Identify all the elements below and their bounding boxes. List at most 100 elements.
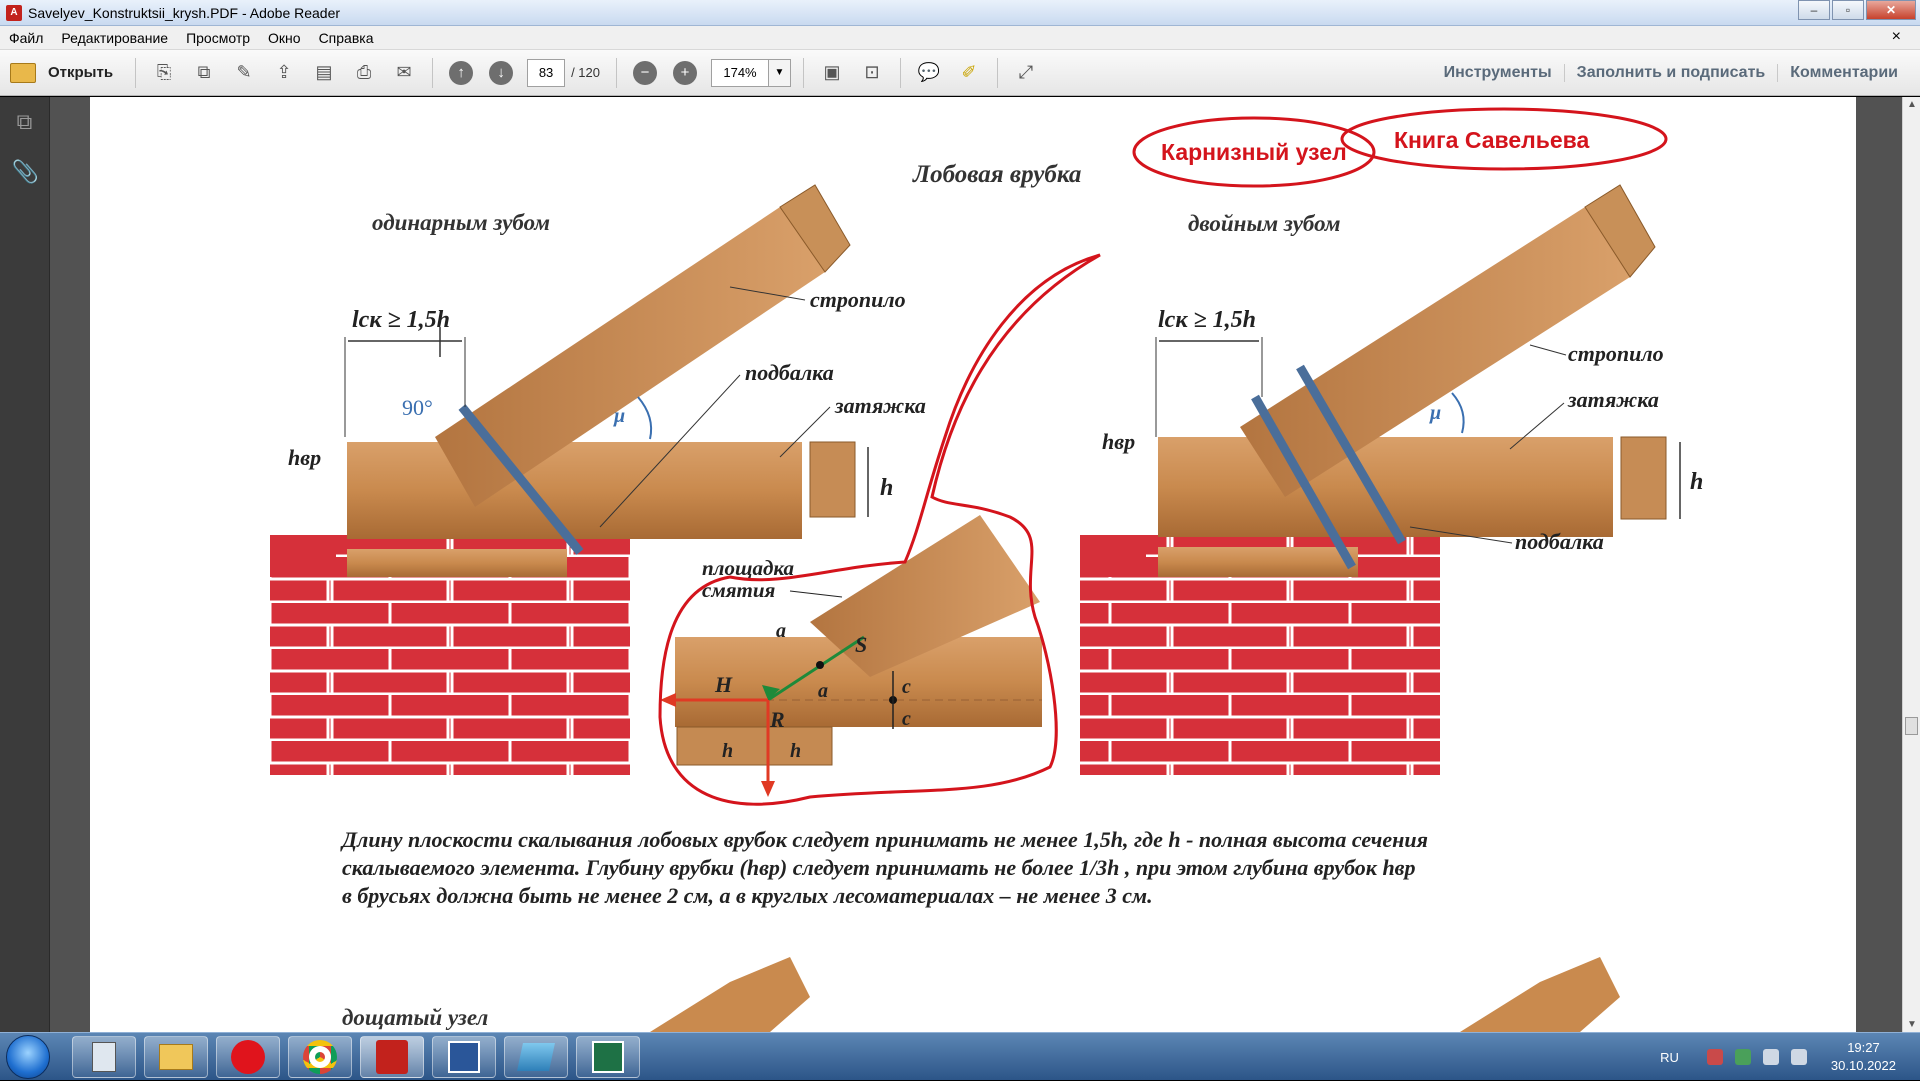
mu-label-right: μ — [1429, 402, 1441, 424]
menu-view[interactable]: Просмотр — [186, 30, 250, 46]
clock[interactable]: 19:27 30.10.2022 — [1831, 1039, 1896, 1075]
toolbar-divider — [802, 57, 804, 88]
next-page-button[interactable]: ↓ — [487, 59, 515, 87]
annotation-savelyev-book: Книга Савельева — [1394, 127, 1590, 153]
menu-help[interactable]: Справка — [319, 30, 374, 46]
print-icon[interactable]: ⎙ — [350, 59, 378, 87]
taskbar-word[interactable] — [432, 1036, 496, 1078]
opera-icon — [231, 1040, 265, 1074]
crush-area-label-1: площадка — [702, 556, 794, 580]
create-pdf-icon[interactable]: ⎘ — [150, 59, 178, 87]
toolbar-divider — [996, 57, 998, 88]
detail-subbeam — [676, 726, 833, 766]
detail-R-label: R — [769, 707, 785, 732]
taskbar-explorer[interactable] — [144, 1036, 208, 1078]
edit-pdf-icon[interactable]: ✎ — [230, 59, 258, 87]
double-tooth-figure: lск ≥ 1,5h hвр h μ стропило затяжка подб… — [1080, 184, 1703, 775]
start-button[interactable] — [6, 1035, 50, 1079]
detail-a-top: a — [776, 620, 786, 642]
comment-icon[interactable]: 💬 — [915, 59, 943, 87]
taskbar-notes[interactable] — [504, 1036, 568, 1078]
tie-label-right: затяжка — [1567, 387, 1659, 412]
toolbar-panels: Инструменты Заполнить и подписать Коммен… — [1432, 50, 1910, 96]
window-title: Savelyev_Konstruktsii_krysh.PDF - Adobe … — [28, 4, 341, 21]
paragraph-line-2: скалываемого элемента. Глубину врубки (h… — [342, 855, 1416, 880]
menu-window[interactable]: Окно — [268, 30, 301, 46]
maximize-button[interactable]: ▫ — [1832, 0, 1864, 20]
paragraph-line-1: Длину плоскости скалывания лобовых врубо… — [340, 827, 1428, 852]
next-section-caption: дощатый узел — [342, 1005, 488, 1030]
scroll-down-icon[interactable]: ▼ — [1903, 1019, 1920, 1030]
zoom-in-button[interactable]: + — [671, 59, 699, 87]
menu-bar: Файл Редактирование Просмотр Окно Справк… — [0, 26, 1920, 50]
chrome-icon — [303, 1040, 337, 1074]
taskbar-calculator[interactable] — [72, 1036, 136, 1078]
page-thumbnails-icon[interactable]: ⧉ — [12, 109, 38, 137]
language-indicator[interactable]: RU — [1660, 1050, 1679, 1065]
page-number-input[interactable]: 83 — [527, 58, 566, 87]
subbeam-left — [347, 549, 567, 577]
export-pdf-icon[interactable]: ⧉ — [190, 59, 218, 87]
menu-edit[interactable]: Редактирование — [61, 30, 168, 46]
comments-link[interactable]: Комментарии — [1777, 64, 1910, 82]
close-button[interactable]: ✕ — [1866, 0, 1916, 20]
open-button[interactable]: Открыть — [10, 62, 113, 83]
detail-S-label: S — [855, 632, 867, 657]
tie-beam-left — [347, 442, 802, 539]
document-area: Лобовая врубка одинарным зубом двойным з… — [50, 97, 1902, 1032]
folder-icon — [10, 62, 36, 83]
rafter-label-left: стропило — [810, 287, 906, 312]
scroll-thumb[interactable] — [1905, 717, 1918, 735]
security-icon[interactable] — [1734, 1049, 1751, 1065]
highlight-icon[interactable]: ✐ — [955, 59, 983, 87]
fit-width-icon[interactable]: ⊡ — [858, 59, 886, 87]
plus-icon: + — [672, 60, 697, 85]
taskbar-adobe-reader[interactable] — [360, 1036, 424, 1078]
annotation-cornice-node: Карнизный узел — [1161, 139, 1347, 165]
zoom-input[interactable]: 174% — [710, 58, 769, 87]
scroll-up-icon[interactable]: ▲ — [1903, 99, 1920, 110]
email-icon[interactable]: ✉ — [390, 59, 418, 87]
h-label-left: h — [880, 475, 893, 501]
tie-label-left: затяжка — [834, 393, 926, 418]
signal-icon[interactable] — [1790, 1049, 1807, 1065]
brick-wall-left-top — [270, 535, 336, 577]
save-icon[interactable]: ▤ — [310, 59, 338, 87]
taskbar-opera[interactable] — [216, 1036, 280, 1078]
left-caption: одинарным зубом — [372, 210, 550, 235]
angle-90-label: 90° — [402, 395, 433, 420]
attachments-icon[interactable]: 📎 — [12, 159, 39, 187]
network-warning-icon[interactable] — [1706, 1049, 1723, 1065]
clock-date: 30.10.2022 — [1830, 1058, 1896, 1073]
adobe-reader-icon: A — [6, 4, 22, 21]
notes-icon — [517, 1043, 555, 1071]
tools-link[interactable]: Инструменты — [1432, 64, 1564, 82]
upload-icon[interactable]: ⇪ — [270, 59, 298, 87]
taskbar-excel[interactable] — [576, 1036, 640, 1078]
clock-time: 19:27 — [1847, 1040, 1880, 1055]
adobe-reader-icon — [376, 1040, 408, 1074]
calculator-icon — [92, 1042, 116, 1072]
minimize-button[interactable]: – — [1798, 0, 1830, 20]
vertical-scrollbar[interactable]: ▲ ▼ — [1902, 97, 1920, 1032]
menu-file[interactable]: Файл — [9, 30, 43, 46]
h-label-right: h — [1690, 469, 1703, 495]
brick-wall-right-top — [1080, 535, 1146, 577]
toolbar-divider — [899, 57, 901, 88]
fullscreen-icon[interactable]: ⤢ — [1012, 59, 1040, 87]
zoom-out-button[interactable]: − — [631, 59, 659, 87]
mu-label-left: μ — [613, 405, 625, 427]
taskbar-chrome[interactable] — [288, 1036, 352, 1078]
volume-icon[interactable] — [1762, 1049, 1779, 1065]
folder-icon — [159, 1044, 193, 1070]
word-icon — [448, 1041, 480, 1073]
zoom-dropdown[interactable]: ▼ — [768, 58, 791, 87]
toolbar-divider — [432, 57, 434, 88]
system-tray: RU 19:27 30.10.2022 — [1660, 1033, 1896, 1081]
fit-page-icon[interactable]: ▣ — [818, 59, 846, 87]
prev-page-button[interactable]: ↑ — [447, 59, 475, 87]
document-close-button[interactable]: × — [1892, 28, 1901, 46]
fill-sign-link[interactable]: Заполнить и подписать — [1563, 64, 1778, 82]
toolbar: Открыть ⎘ ⧉ ✎ ⇪ ▤ ⎙ ✉ ↑ ↓ 83 / 120 − + 1… — [0, 50, 1920, 96]
detail-c-bottom: c — [902, 708, 911, 730]
